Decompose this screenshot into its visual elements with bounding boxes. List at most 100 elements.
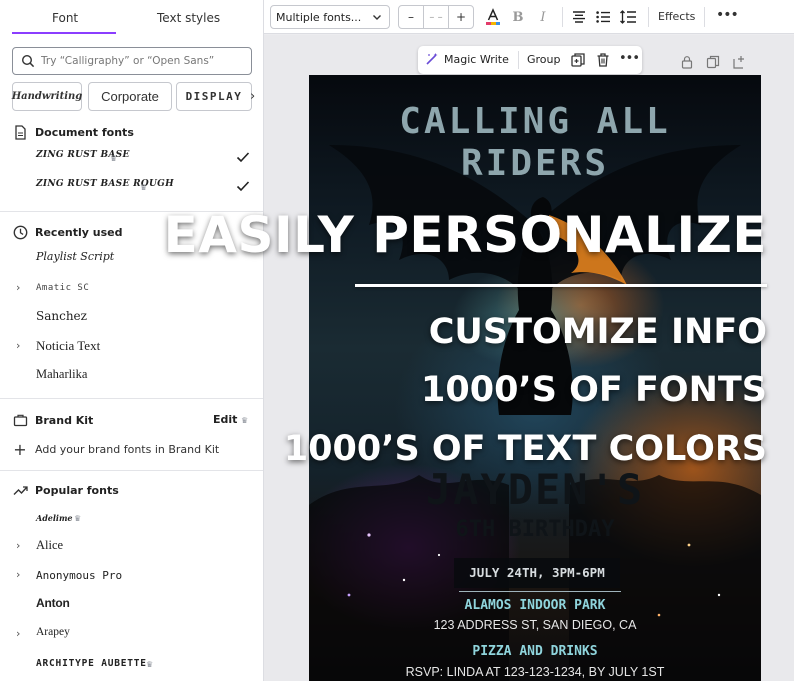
chip-display[interactable]: DISPLAY	[176, 82, 252, 111]
trash-icon[interactable]	[595, 52, 611, 68]
chevron-right-icon[interactable]: ›	[250, 89, 255, 104]
poster-child-name[interactable]: JAYDEN'S	[309, 465, 761, 514]
text-color-icon[interactable]	[484, 8, 502, 26]
group-button[interactable]: Group	[527, 53, 561, 66]
overlay-line-colors: 1000’S OF TEXT COLORS	[283, 429, 767, 469]
magic-write-label: Magic Write	[444, 52, 509, 66]
font-item-architype-aubette[interactable]: ARCHITYPE AUBETTE ♛	[0, 651, 263, 680]
more-options-icon[interactable]: •••	[716, 7, 739, 23]
font-name: Anonymous Pro	[36, 569, 123, 582]
font-name: Maharlika	[36, 367, 88, 381]
font-item-adelime[interactable]: Adelime ♛	[0, 505, 263, 534]
line-spacing-icon[interactable]	[619, 8, 637, 26]
poster-food[interactable]: PIZZA AND DRINKS	[309, 644, 761, 659]
toolbar-separator	[562, 7, 563, 27]
panel-tabs: Font Text styles	[0, 0, 263, 38]
brand-kit-edit-button[interactable]: Edit	[213, 413, 237, 426]
document-fonts-heading: Document fonts	[12, 124, 134, 140]
poster-venue[interactable]: ALAMOS INDOOR PARK	[309, 598, 761, 613]
align-center-icon[interactable]	[570, 8, 588, 26]
tab-font[interactable]: Font	[52, 11, 78, 25]
copy-page-icon[interactable]	[706, 55, 720, 69]
divider	[0, 398, 263, 399]
font-item-alice[interactable]: › Alice	[0, 534, 263, 563]
font-item-noticia-text[interactable]: › Noticia Text	[0, 334, 263, 363]
poster-title-line-1[interactable]: CALLING ALL	[309, 101, 761, 142]
font-family-dropdown[interactable]: Multiple fonts...	[270, 5, 390, 29]
font-item-maharlika[interactable]: Maharlika	[0, 363, 263, 392]
font-name: ZING RUST BASE ROUGH	[36, 179, 174, 189]
brand-kit-heading: Brand Kit	[12, 412, 93, 428]
duplicate-icon[interactable]	[570, 52, 586, 68]
poster-date-time[interactable]: JULY 24TH, 3PM-6PM	[454, 558, 620, 588]
poster-rsvp[interactable]: RSVP: LINDA AT 123-123-1234, BY JULY 1ST	[309, 665, 761, 679]
chip-corporate[interactable]: Corporate	[88, 82, 172, 111]
poster-divider	[459, 591, 621, 592]
chevron-right-icon[interactable]: ›	[16, 539, 20, 552]
font-item-zing-rust-base[interactable]: ZING RUST BASE ♛	[0, 146, 263, 175]
floating-selection-toolbar: Magic Write Group •••	[418, 46, 642, 74]
decrease-size-button[interactable]: –	[399, 6, 423, 28]
check-icon	[236, 152, 250, 163]
effects-button[interactable]: Effects	[658, 10, 695, 23]
more-options-icon[interactable]: •••	[619, 51, 640, 66]
poster-occasion[interactable]: 6TH BIRTHDAY	[309, 517, 761, 542]
font-item-amatic-sc[interactable]: › Amatic SC	[0, 276, 263, 305]
increase-size-button[interactable]: +	[449, 6, 473, 28]
font-name: Arapey	[36, 626, 70, 638]
bold-icon[interactable]: B	[509, 8, 527, 26]
font-size-input[interactable]: – –	[423, 6, 449, 28]
font-item-sanchez[interactable]: Sanchez	[0, 305, 263, 334]
overlay-line-fonts: 1000’S OF FONTS	[421, 370, 767, 410]
font-family-value: Multiple fonts...	[276, 10, 362, 24]
crown-icon: ♛	[241, 416, 249, 425]
overlay-headline: EASILY PERSONALIZE	[163, 206, 767, 264]
lock-icon[interactable]	[680, 55, 694, 69]
chevron-right-icon[interactable]: ›	[16, 339, 20, 352]
magic-write-button[interactable]: Magic Write	[425, 52, 509, 66]
crown-icon: ♛	[146, 660, 154, 669]
add-brand-fonts-button[interactable]: + Add your brand fonts in Brand Kit	[12, 440, 219, 459]
popular-fonts-title: Popular fonts	[35, 483, 119, 497]
magic-wand-icon	[426, 53, 438, 65]
crown-icon: ♛	[74, 514, 82, 523]
text-toolbar: Multiple fonts... – – – + B I Effects ••…	[264, 0, 794, 34]
chevron-right-icon[interactable]: ›	[16, 281, 20, 294]
plus-icon: +	[13, 440, 27, 459]
font-name: ARCHITYPE AUBETTE	[36, 658, 147, 669]
font-category-chips: Handwriting Corporate DISPLAY ›	[12, 82, 263, 112]
font-item-arapey[interactable]: › Arapey	[0, 622, 263, 651]
trending-icon	[12, 482, 28, 498]
font-item-zing-rust-base-rough[interactable]: ZING RUST BASE ROUGH ♛	[0, 175, 263, 204]
document-icon	[12, 124, 28, 140]
font-size-stepper: – – – +	[398, 5, 474, 29]
toolbar-separator	[518, 51, 519, 69]
chevron-right-icon[interactable]: ›	[16, 627, 20, 640]
font-name: Alice	[36, 538, 64, 552]
chevron-right-icon[interactable]: ›	[16, 568, 20, 581]
font-name: Amatic SC	[36, 283, 90, 293]
font-item-anonymous-pro[interactable]: › Anonymous Pro	[0, 563, 263, 592]
list-icon[interactable]	[594, 8, 612, 26]
brand-kit-icon	[12, 412, 28, 428]
font-search-input[interactable]	[41, 55, 231, 67]
font-panel: Font Text styles Handwriting Corporate D…	[0, 0, 264, 681]
toolbar-separator	[704, 7, 705, 27]
font-name: Playlist Script	[36, 250, 115, 263]
font-name: Anton	[36, 596, 70, 610]
canvas-area: Magic Write Group ••• CALLING ALL RIDERS…	[264, 35, 794, 681]
font-search-box[interactable]	[12, 47, 252, 75]
font-item-anton[interactable]: Anton	[0, 592, 263, 621]
search-icon	[21, 54, 35, 68]
crown-icon: ♛	[110, 154, 118, 163]
italic-icon[interactable]: I	[534, 8, 552, 26]
crown-icon: ♛	[140, 183, 148, 192]
poster-address[interactable]: 123 ADDRESS ST, SAN DIEGO, CA	[309, 618, 761, 632]
chip-handwriting[interactable]: Handwriting	[12, 82, 82, 111]
recently-used-heading: Recently used	[12, 224, 122, 240]
tab-text-styles[interactable]: Text styles	[157, 11, 220, 25]
poster-title-line-2[interactable]: RIDERS	[309, 143, 761, 184]
recently-used-title: Recently used	[35, 225, 123, 239]
add-brand-fonts-label: Add your brand fonts in Brand Kit	[35, 443, 220, 456]
add-page-icon[interactable]	[732, 55, 746, 69]
